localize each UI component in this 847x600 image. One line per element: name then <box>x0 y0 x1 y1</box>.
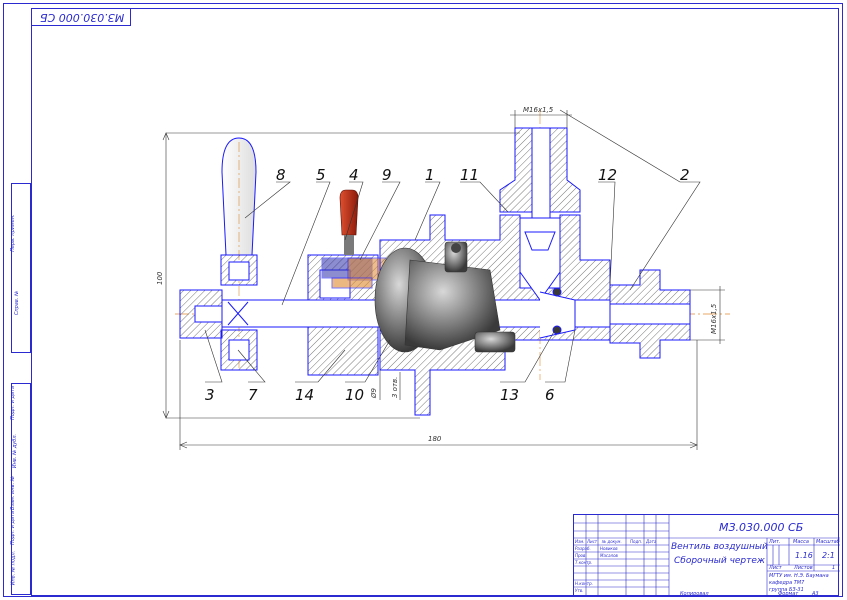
tb-name-line1: Вентиль воздушный <box>671 542 768 552</box>
callout-5: 5 <box>316 166 326 184</box>
callout-13: 13 <box>500 386 519 404</box>
title-block: МЗ.030.000 СБ Вентиль воздушный Сборочны… <box>573 514 840 597</box>
dim-thread-right <box>690 286 725 344</box>
callout-2: 2 <box>680 166 690 184</box>
tb-role-nkontr: Н.контр. <box>575 581 593 586</box>
callout-9: 9 <box>382 166 392 184</box>
tb-scale-value: 2:1 <box>822 551 835 560</box>
dim-thread-right-text: M16x1,5 <box>710 303 718 334</box>
handle-part-8 <box>220 137 258 371</box>
tb-header-izm: Изм. <box>575 539 585 544</box>
bottom-format-value: A3 <box>812 591 819 597</box>
dim-length-text: 180 <box>428 435 442 443</box>
tb-name-razrab: Новиков <box>600 546 618 551</box>
tb-org-line2: кафедра ТМ7 <box>769 580 805 586</box>
dim-d9-note: 3 отв. <box>391 377 399 398</box>
callout-12: 12 <box>598 166 617 184</box>
tb-sheets-value: 1 <box>832 565 836 571</box>
right-nipple <box>609 269 691 359</box>
callout-3: 3 <box>205 386 215 404</box>
dim-height-text: 100 <box>156 271 164 285</box>
tb-role-razrab: Разраб. <box>575 546 591 551</box>
callout-1: 1 <box>425 166 435 184</box>
drawing-sheet: МЗ.030.000 СБ Перв. примен. Справ. № Под… <box>0 0 847 600</box>
assembly-drawing: 8 5 4 9 1 11 12 2 3 7 14 10 13 6 100 180… <box>156 106 730 450</box>
callout-10: 10 <box>345 386 364 404</box>
callout-6: 6 <box>545 386 555 404</box>
tb-header-data: Дата <box>646 539 657 544</box>
tb-lit-label: Лит. <box>769 539 781 545</box>
bottom-copied: Копировал <box>680 591 709 597</box>
tb-mass-label: Масса <box>793 539 809 545</box>
callout-4: 4 <box>349 166 359 184</box>
tb-sheet-label: Лист <box>769 565 782 571</box>
tb-org-line1: МГТУ им. Н.Э. Баумана <box>769 573 829 579</box>
tb-role-tkontr: Т.контр. <box>575 560 593 565</box>
tb-name-line2: Сборочный чертеж <box>674 556 766 566</box>
cap-nut-part-3 <box>179 289 223 339</box>
tb-role-utv: Утв. <box>575 588 584 593</box>
dim-d9-text: Ø9 <box>370 387 378 399</box>
tb-sheets-label: Листов <box>794 565 813 571</box>
callout-14: 14 <box>295 386 314 404</box>
tb-doc-code: МЗ.030.000 СБ <box>719 521 804 534</box>
tb-header-list: Лист <box>587 539 598 544</box>
tb-header-doc: № докум. <box>602 539 622 544</box>
dim-thread-top-text: M16x1,5 <box>523 106 554 114</box>
tb-mass-value: 1.16 <box>795 551 813 560</box>
callout-8: 8 <box>276 166 286 184</box>
tb-header-podp: Подп. <box>630 539 643 544</box>
red-valve-part-9 <box>339 189 359 255</box>
bottom-format: Формат <box>778 591 799 597</box>
callout-7: 7 <box>248 386 258 404</box>
tb-name-prov: Масалов <box>600 553 618 558</box>
callout-11: 11 <box>460 166 479 184</box>
tb-role-prov: Пров. <box>575 553 587 558</box>
tb-scale-label: Масштаб <box>816 539 840 545</box>
